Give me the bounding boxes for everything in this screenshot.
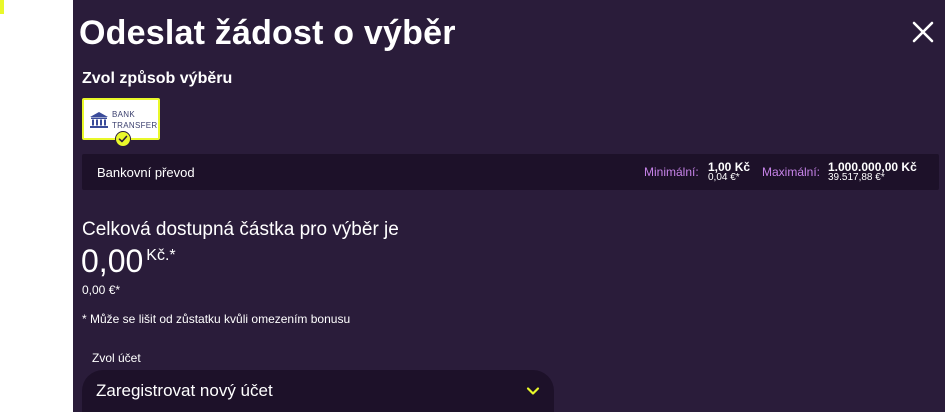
withdrawal-modal: Odeslat žádost o výběr Zvol způsob výběr… (73, 0, 945, 412)
available-amount-heading: Celková dostupná částka pro výběr je (82, 219, 399, 240)
method-info-bar: Bankovní převod Minimální: 1,00 Kč 0,04 … (82, 154, 939, 190)
account-select-value: Zaregistrovat nový účet (96, 381, 273, 400)
bank-logo-line2: TRANSFER (112, 121, 158, 130)
withdrawal-method-label: Zvol způsob výběru (82, 70, 233, 87)
selected-badge (115, 131, 131, 147)
available-amount: 0,00 Kč.* (81, 243, 176, 280)
account-select[interactable]: Zaregistrovat nový účet (82, 370, 554, 412)
bank-logo-line1: BANK (112, 110, 135, 119)
method-name: Bankovní převod (97, 165, 195, 180)
chevron-down-icon (526, 387, 540, 395)
close-icon (912, 21, 934, 43)
bonus-disclaimer: * Může se lišit od zůstatku kvůli omezen… (82, 312, 351, 326)
check-icon (118, 135, 128, 143)
account-label: Zvol účet (92, 351, 141, 365)
amount-value: 0,00 (81, 243, 144, 279)
amount-currency: Kč.* (146, 247, 176, 264)
amount-eur: 0,00 €* (82, 283, 121, 297)
bank-icon (90, 112, 108, 128)
close-button[interactable] (911, 20, 935, 44)
bank-transfer-option[interactable]: BANK TRANSFER (82, 98, 160, 147)
modal-title: Odeslat žádost o výběr (79, 14, 456, 52)
min-limit-label: Minimální: (644, 165, 699, 179)
edge-marker (0, 0, 4, 14)
min-limit-eur: 0,04 €* (708, 172, 740, 183)
bank-transfer-logo-text: BANK TRANSFER (112, 109, 158, 131)
max-limit-eur: 39.517,88 €* (828, 172, 885, 183)
max-limit-label: Maximální: (762, 165, 821, 179)
